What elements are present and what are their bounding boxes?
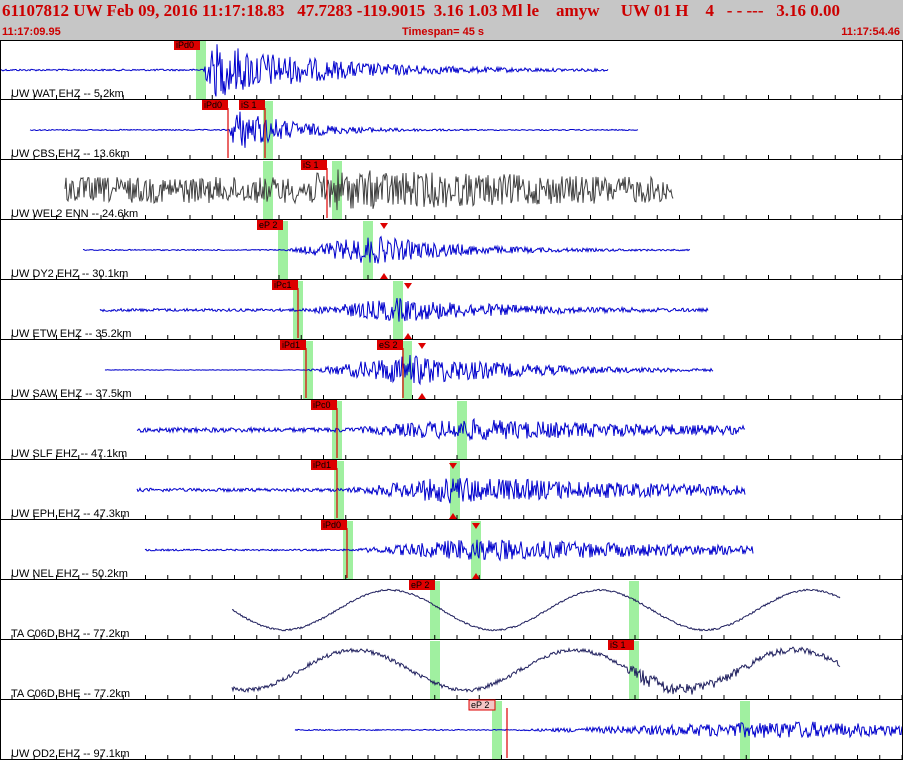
trace-row[interactable]: eP 2 TA C06D BHZ -- 77.2km [0,580,903,640]
pick-window [430,641,440,699]
trace-row[interactable]: iPc0 UW SLF EHZ -- 47.1km [0,400,903,460]
pick-label[interactable]: eP 2 [471,700,489,710]
station-label: UW DY2 EHZ -- 30.1km [11,268,128,280]
start-time: 11:17:09.95 [2,26,61,38]
trace-row[interactable]: eP 2 UW OD2 EHZ -- 97.1km [0,699,903,760]
timespan-label: Timespan= 45 s [402,26,485,38]
station-label: UW CBS EHZ -- 13.6km [11,148,130,160]
station-label: UW NEL EHZ -- 50.2km [11,568,128,580]
pick-arrow-down [404,283,412,289]
trace-row[interactable]: iPd1 eS 2 UW SAW EHZ -- 37.5km [0,340,903,400]
pick-label[interactable]: iPd1 [282,340,300,350]
waveform [294,721,903,739]
pick-arrow-up [404,333,412,339]
trace-row[interactable]: iPd0 UW WAT EHZ -- 5.2km [0,40,903,100]
trace-row[interactable]: iS 1 TA C06D BHE -- 77.2km [0,640,903,700]
header-bar: 61107812 UW Feb 09, 2016 11:17:18.83 47.… [0,0,903,40]
waveform [82,235,691,264]
pick-arrow-up [380,273,388,279]
pick-label[interactable]: iS 1 [303,160,319,170]
station-label: UW SAW EHZ -- 37.5km [11,388,132,400]
pick-label[interactable]: iPd0 [323,520,341,530]
pick-label[interactable]: iPd0 [176,40,194,50]
trace-row[interactable]: iPd0 UW NEL EHZ -- 50.2km [0,520,903,580]
pick-label[interactable]: eP 2 [411,580,429,590]
trace-row[interactable]: iS 1 UW WEL2 ENN -- 24.6km [0,160,903,220]
waveform [64,169,674,211]
waveform [136,477,746,504]
event-title: 61107812 UW Feb 09, 2016 11:17:18.83 47.… [2,1,840,20]
trace-row[interactable]: iPd1 UW EPH EHZ -- 47.3km [0,460,903,520]
station-label: TA C06D BHE -- 77.2km [11,688,130,700]
pick-window [629,581,639,639]
pick-label[interactable]: iPc0 [313,400,331,410]
waveform [99,298,709,322]
station-label: UW SLF EHZ -- 47.1km [11,448,127,460]
station-label: UW EPH EHZ -- 47.3km [11,508,130,520]
pick-label[interactable]: eP 2 [259,220,277,230]
pick-label[interactable]: iPc1 [274,280,292,290]
station-label: UW OD2 EHZ -- 97.1km [11,748,130,760]
waveform [231,646,841,695]
station-label: UW WEL2 ENN -- 24.6km [11,208,138,220]
station-label: UW WAT EHZ -- 5.2km [11,88,124,100]
pick-arrow-down [380,223,388,229]
pick-label[interactable]: iS 1 [610,640,626,650]
waveform [144,539,754,562]
pick-label[interactable]: iPd0 [204,100,222,110]
pick-arrow-up [418,393,426,399]
station-label: TA C06D BHZ -- 77.2km [11,628,129,640]
pick-window [363,221,373,279]
pick-arrow-down [418,343,426,349]
waveform [29,111,639,148]
pick-label[interactable]: iS 1 [241,100,257,110]
trace-row[interactable]: iPd0 iS 1 UW CBS EHZ -- 13.6km [0,100,903,160]
trace-row[interactable]: iPc1 UW ETW EHZ -- 35.2km [0,280,903,340]
end-time: 11:17:54.46 [841,26,900,38]
waveform [231,588,841,632]
station-label: UW ETW EHZ -- 35.2km [11,328,131,340]
pick-label[interactable]: iPd1 [313,460,331,470]
pick-label[interactable]: eS 2 [379,340,398,350]
trace-row[interactable]: eP 2 UW DY2 EHZ -- 30.1km [0,220,903,280]
seismogram-panel[interactable]: iPd0 UW WAT EHZ -- 5.2km iPd0 iS 1 UW CBS EH… [0,40,903,760]
waveform [136,417,746,442]
